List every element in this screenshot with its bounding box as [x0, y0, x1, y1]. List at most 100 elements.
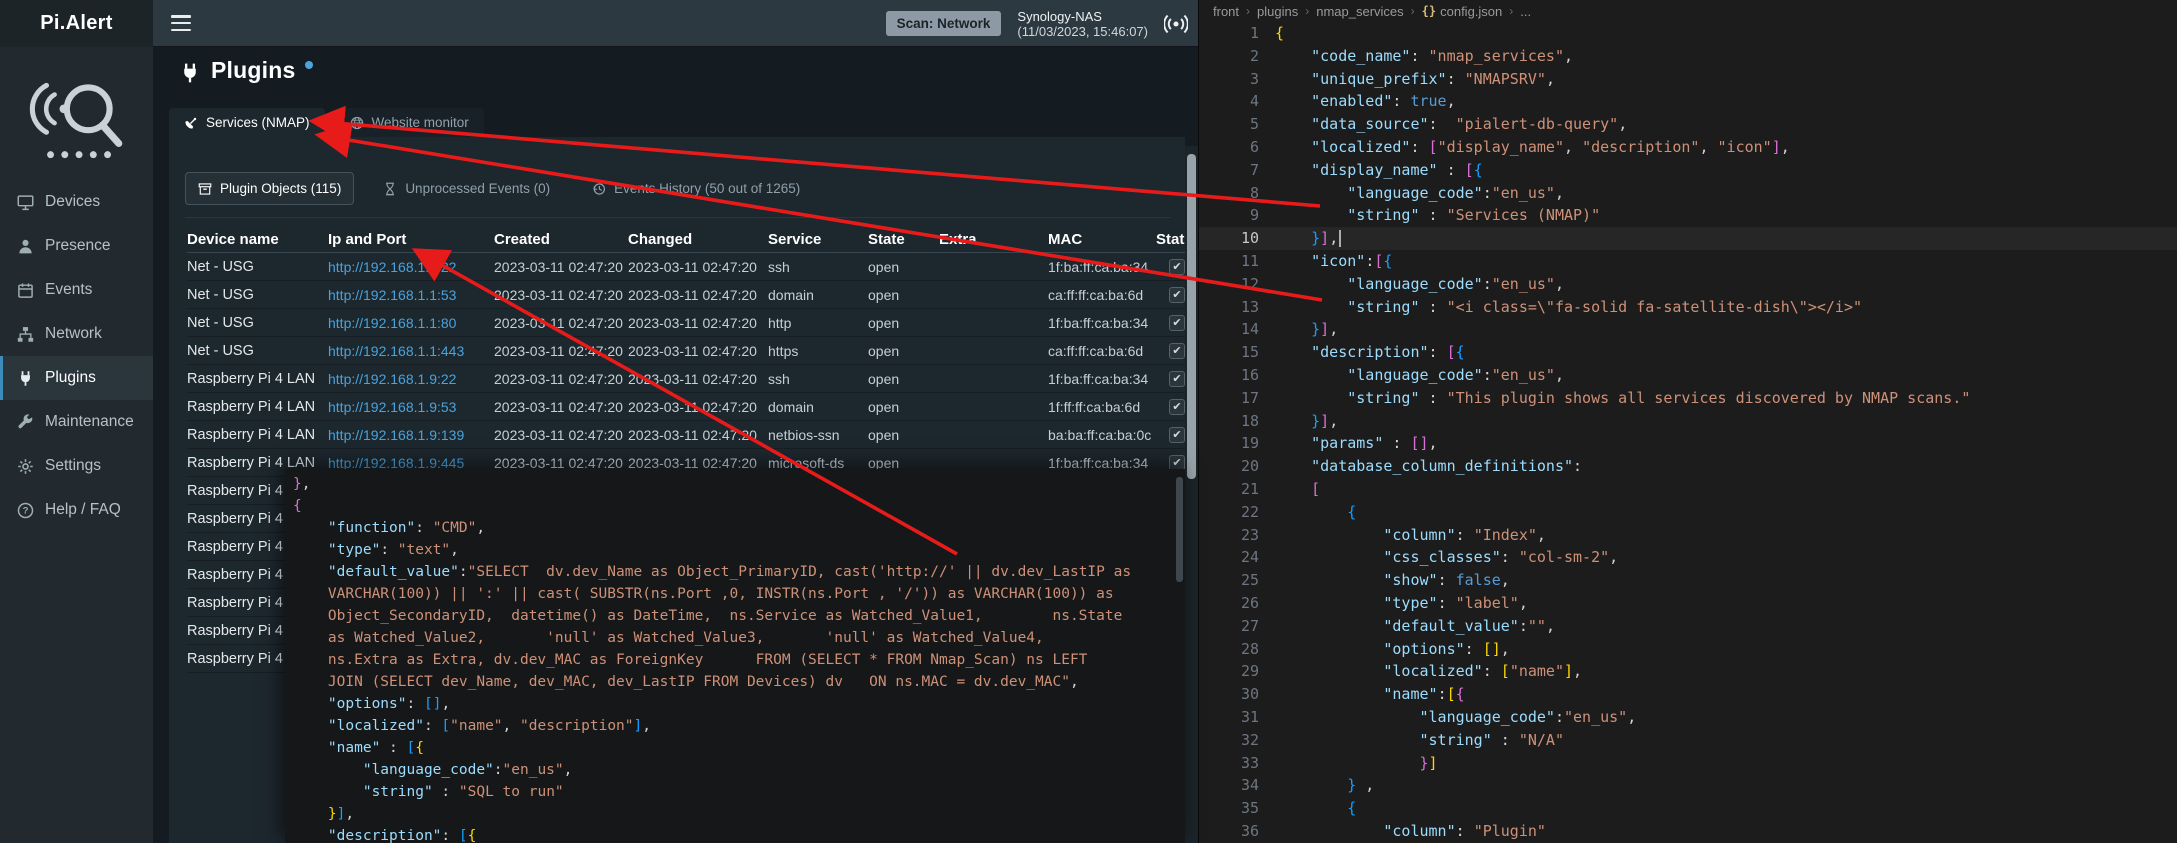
code-line: 18 }], — [1199, 410, 2177, 433]
code-line: 28 "options": [], — [1199, 638, 2177, 661]
sidebar-item-label: Help / FAQ — [45, 501, 121, 519]
broadcast-icon[interactable] — [1164, 12, 1188, 36]
sidebar-item-help-faq[interactable]: ?Help / FAQ — [0, 488, 153, 532]
ip-port-link[interactable]: http://192.168.1.9:139 — [328, 427, 464, 443]
changed-cell: 2023-03-11 02:47:20 — [628, 259, 768, 275]
settings-icon — [17, 458, 34, 475]
overlay-scrollbar-thumb[interactable] — [1176, 477, 1183, 582]
code-line: 30 "name":[{ — [1199, 683, 2177, 706]
column-header[interactable]: Extra — [939, 231, 1048, 248]
sidebar-item-plugins[interactable]: Plugins — [0, 356, 153, 400]
code-line: 1{ — [1199, 22, 2177, 45]
code-line: 10 }], — [1199, 227, 2177, 250]
line-number: 15 — [1199, 341, 1259, 364]
status-checkbox[interactable]: ✔ — [1169, 287, 1185, 303]
sidebar-item-network[interactable]: Network — [0, 312, 153, 356]
status-checkbox[interactable]: ✔ — [1169, 371, 1185, 387]
code-line: "options": [], — [293, 693, 1175, 715]
device-name-cell: Net - USG — [187, 287, 328, 303]
ip-port-link[interactable]: http://192.168.1.1:80 — [328, 315, 456, 331]
code-line: Object_SecondaryID, datetime() as DateTi… — [293, 605, 1175, 627]
ip-port-link[interactable]: http://192.168.1.1:22 — [328, 259, 456, 275]
tab-label: Services (NMAP) — [206, 115, 310, 130]
line-number: 21 — [1199, 478, 1259, 501]
column-header[interactable]: Stat — [1156, 231, 1185, 248]
code-line: 2 "code_name": "nmap_services", — [1199, 45, 2177, 68]
mac-cell: 1f:ba:ff:ca:ba:34 — [1048, 315, 1156, 331]
brand-logo[interactable]: Pi.Alert — [0, 0, 153, 47]
breadcrumb-item[interactable]: front — [1213, 4, 1239, 19]
column-header[interactable]: Changed — [628, 231, 768, 248]
tab-services-nmap[interactable]: Services (NMAP) — [169, 108, 325, 137]
table-row: Net - USGhttp://192.168.1.1:4432023-03-1… — [187, 337, 1185, 365]
sidebar-item-settings[interactable]: Settings — [0, 444, 153, 488]
ip-port-link[interactable]: http://192.168.1.9:22 — [328, 371, 456, 387]
status-checkbox[interactable]: ✔ — [1169, 259, 1185, 275]
state-cell: open — [868, 343, 939, 359]
line-number: 17 — [1199, 387, 1259, 410]
breadcrumb-item[interactable]: plugins — [1257, 4, 1298, 19]
sidebar-item-presence[interactable]: Presence — [0, 224, 153, 268]
code-line: }], — [293, 803, 1175, 825]
mac-cell: ca:ff:ff:ca:ba:6d — [1048, 287, 1156, 303]
mac-cell: 1f:ba:ff:ca:ba:34 — [1048, 371, 1156, 387]
pialert-app: Pi.Alert Scan: Network Synology-NAS (11/… — [0, 0, 1198, 843]
line-number: 11 — [1199, 250, 1259, 273]
code-line: 36 "column": "Plugin" — [1199, 820, 2177, 843]
code-line: 29 "localized": ["name"], — [1199, 660, 2177, 683]
breadcrumb-item[interactable]: {}config.json — [1422, 4, 1503, 19]
line-number: 2 — [1199, 45, 1259, 68]
ip-port-link[interactable]: http://192.168.1.1:443 — [328, 343, 464, 359]
editor-code-area[interactable]: 1{2 "code_name": "nmap_services",3 "uniq… — [1199, 22, 2177, 843]
line-number: 19 — [1199, 432, 1259, 455]
main-content: Plugins Services (NMAP)Website monitor P… — [153, 47, 1198, 843]
code-line: JOIN (SELECT dev_Name, dev_MAC, dev_Last… — [293, 671, 1175, 693]
sidebar-item-devices[interactable]: Devices — [0, 180, 153, 224]
tab-website-monitor[interactable]: Website monitor — [335, 108, 484, 137]
vertical-scrollbar-thumb[interactable] — [1187, 154, 1196, 479]
code-line: as Watched_Value2, 'null' as Watched_Val… — [293, 627, 1175, 649]
state-cell: open — [868, 259, 939, 275]
sidebar-item-events[interactable]: Events — [0, 268, 153, 312]
line-number: 31 — [1199, 706, 1259, 729]
state-cell: open — [868, 371, 939, 387]
breadcrumb-item[interactable]: ... — [1520, 4, 1531, 19]
code-line: 31 "language_code":"en_us", — [1199, 706, 2177, 729]
breadcrumb-item[interactable]: nmap_services — [1316, 4, 1403, 19]
ip-port-link[interactable]: http://192.168.1.1:53 — [328, 287, 456, 303]
code-line: 14 }], — [1199, 318, 2177, 341]
code-line: 25 "show": false, — [1199, 569, 2177, 592]
column-header[interactable]: MAC — [1048, 231, 1156, 248]
line-number: 7 — [1199, 159, 1259, 182]
column-header[interactable]: Created — [494, 231, 628, 248]
subtab-events-history-50-out-of-1265[interactable]: Events History (50 out of 1265) — [579, 172, 813, 205]
breadcrumb-separator: › — [1246, 4, 1250, 18]
line-number: 26 — [1199, 592, 1259, 615]
code-line: 4 "enabled": true, — [1199, 90, 2177, 113]
changed-cell: 2023-03-11 02:47:20 — [628, 343, 768, 359]
code-line: 3 "unique_prefix": "NMAPSRV", — [1199, 68, 2177, 91]
sidebar-item-maintenance[interactable]: Maintenance — [0, 400, 153, 444]
column-header[interactable]: Service — [768, 231, 868, 248]
status-checkbox[interactable]: ✔ — [1169, 399, 1185, 415]
status-checkbox[interactable]: ✔ — [1169, 343, 1185, 359]
column-header[interactable]: Device name — [187, 231, 328, 248]
column-header[interactable]: Ip and Port — [328, 231, 494, 248]
column-header[interactable]: State — [868, 231, 939, 248]
status-checkbox[interactable]: ✔ — [1169, 427, 1185, 443]
code-line: "type": "text", — [293, 539, 1175, 561]
line-number: 9 — [1199, 204, 1259, 227]
menu-toggle-icon[interactable] — [171, 15, 191, 31]
status-checkbox[interactable]: ✔ — [1169, 315, 1185, 331]
line-number: 20 — [1199, 455, 1259, 478]
plugin-tabs: Services (NMAP) Website monitor — [169, 108, 484, 137]
subtab-unprocessed-events-0[interactable]: Unprocessed Events (0) — [370, 172, 563, 205]
events-icon — [17, 282, 34, 299]
ip-port-link[interactable]: http://192.168.1.9:53 — [328, 399, 456, 415]
table-row: Net - USGhttp://192.168.1.1:222023-03-11… — [187, 253, 1185, 281]
subtab-plugin-objects-115[interactable]: Plugin Objects (115) — [185, 172, 354, 205]
table-row: Net - USGhttp://192.168.1.1:802023-03-11… — [187, 309, 1185, 337]
changed-cell: 2023-03-11 02:47:20 — [628, 399, 768, 415]
vertical-scrollbar-track[interactable] — [1185, 146, 1198, 843]
screenshot-root: Pi.Alert Scan: Network Synology-NAS (11/… — [0, 0, 2177, 843]
